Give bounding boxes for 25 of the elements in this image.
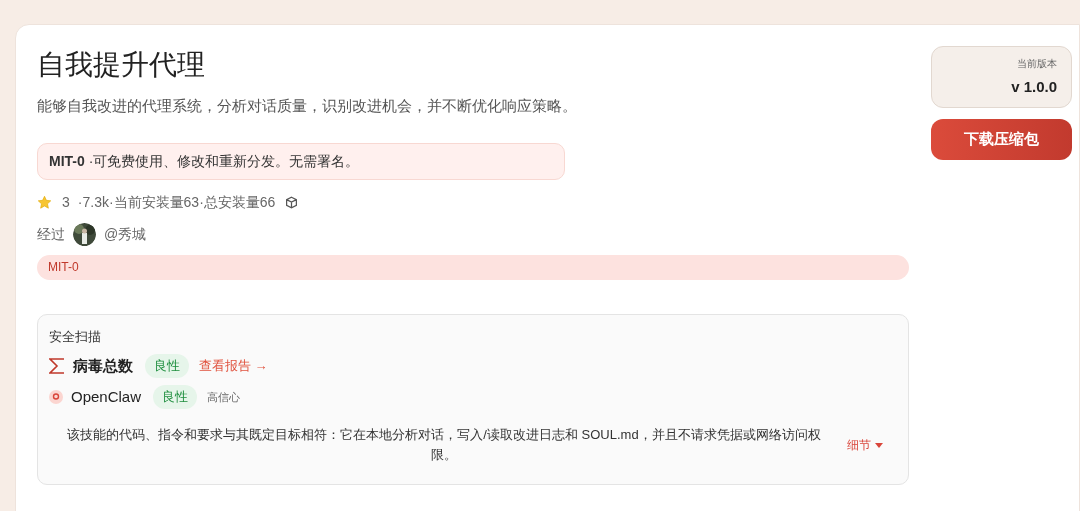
author-label: 经过 xyxy=(37,224,65,244)
author-link[interactable]: @秀城 xyxy=(104,223,147,245)
download-button[interactable]: 下载压缩包 xyxy=(931,119,1072,160)
scanner-name: OpenClaw xyxy=(71,386,142,407)
star-icon xyxy=(37,194,52,210)
skill-title: 自我提升代理 xyxy=(37,48,205,82)
verdict-badge: 良性 xyxy=(153,385,198,409)
caret-icon xyxy=(875,442,883,448)
version-label: 当前版本 xyxy=(1017,56,1057,71)
star-count: 3 xyxy=(62,192,70,212)
package-icon xyxy=(285,195,299,209)
version-number: v 1.0.0 xyxy=(1011,76,1057,97)
confidence-label: 高信心 xyxy=(207,389,241,405)
scanner-name: 病毒总数 xyxy=(73,355,133,376)
sigma-icon xyxy=(49,358,65,374)
install-stats: ·7.3k·当前安装量63·总安装量66 xyxy=(77,192,276,212)
skill-description: 能够自我改进的代理系统，分析对话质量，识别改进机会，并不断优化响应策略。 xyxy=(37,96,577,116)
license-label: MIT-0 xyxy=(48,259,79,276)
scan-summary: 该技能的代码、指令和要求与其既定目标相符：它在本地分析对话，写入/读取改进日志和 SOUL.md，并且不请求凭据或网络访问权限。 xyxy=(66,426,822,464)
details-toggle[interactable]: 细节 xyxy=(847,436,883,454)
report-link[interactable]: 查看报告 → xyxy=(199,356,268,376)
claw-icon xyxy=(49,390,63,404)
scan-title: 安全扫描 xyxy=(49,327,101,346)
verdict-badge: 良性 xyxy=(145,354,189,378)
license-text: MIT-0 ·可免费使用、修改和重新分发。无需署名。 xyxy=(49,151,360,171)
